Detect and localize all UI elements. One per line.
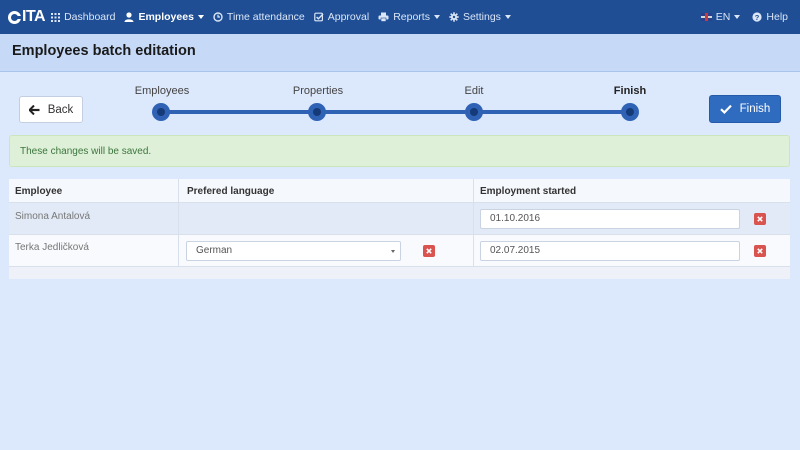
page-header: Employees batch editation: [0, 34, 800, 72]
help-icon: ?: [752, 12, 762, 22]
nav-reports[interactable]: Reports: [378, 0, 440, 34]
stepper-track: [161, 110, 631, 114]
clock-icon: [213, 12, 223, 22]
nav-reports-label: Reports: [393, 11, 430, 23]
table-header-row: [9, 179, 790, 203]
finish-button-label: Finish: [739, 103, 771, 115]
svg-text:?: ?: [755, 13, 760, 22]
app-logo[interactable]: ITA: [8, 8, 46, 26]
chevron-down-icon: [433, 15, 440, 19]
employment-started-input[interactable]: 01.10.2016: [480, 209, 740, 229]
back-button-label: Back: [47, 103, 74, 116]
remove-date-button[interactable]: [754, 213, 766, 225]
employee-name-cell: Simona Antalová: [15, 211, 91, 222]
remove-date-button[interactable]: [754, 245, 766, 257]
close-icon: [426, 248, 432, 254]
help-link[interactable]: ? Help: [752, 0, 788, 34]
column-divider: [473, 179, 474, 267]
nav-dashboard-label: Dashboard: [64, 11, 116, 23]
step-label-properties: Properties: [292, 85, 344, 97]
nav-employees-label: Employees: [138, 11, 194, 23]
nav-time-attendance[interactable]: Time attendance: [213, 0, 305, 34]
arrow-left-icon: [28, 104, 40, 115]
remove-language-button[interactable]: [423, 245, 435, 257]
step-dot-finish[interactable]: [621, 103, 639, 121]
chevron-down-icon: [734, 15, 741, 19]
close-icon: [757, 248, 763, 254]
nav-approval-label: Approval: [327, 11, 370, 23]
help-label: Help: [766, 11, 788, 23]
column-divider: [178, 179, 179, 267]
language-selector[interactable]: EN: [700, 0, 741, 34]
step-label-employees: Employees: [134, 85, 190, 97]
nav-approval[interactable]: Approval: [313, 0, 370, 34]
employee-name-cell: Terka Jedličková: [15, 242, 89, 253]
grid-icon: [51, 12, 61, 22]
dropdown-arrow-icon: [391, 250, 395, 253]
nav-settings-label: Settings: [462, 11, 501, 23]
step-label-edit: Edit: [464, 85, 484, 97]
step-dot-employees[interactable]: [152, 103, 170, 121]
top-navbar: ITA Dashboard Employees Time attendance …: [0, 0, 800, 34]
print-icon: [378, 12, 389, 22]
nav-right-group: EN ? Help: [700, 0, 788, 34]
column-header-language[interactable]: Prefered language: [187, 186, 274, 197]
back-button[interactable]: Back: [19, 96, 83, 123]
logo-text: ITA: [22, 8, 46, 25]
chevron-down-icon: [197, 15, 204, 19]
finish-button[interactable]: Finish: [709, 95, 781, 123]
step-dot-edit[interactable]: [465, 103, 483, 121]
step-label-finish: Finish: [613, 85, 647, 97]
check-square-icon: [313, 12, 324, 22]
gear-icon: [449, 12, 459, 22]
nav-settings[interactable]: Settings: [449, 0, 511, 34]
user-icon: [124, 12, 134, 22]
column-header-employee[interactable]: Employee: [15, 186, 62, 197]
page-title: Employees batch editation: [12, 43, 196, 59]
logo-ring-icon: [8, 10, 21, 24]
chevron-down-icon: [504, 15, 511, 19]
table-footer-strip: [9, 267, 790, 279]
nav-time-attendance-label: Time attendance: [226, 11, 305, 23]
check-icon: [719, 104, 732, 114]
employment-started-input[interactable]: 02.07.2015: [480, 241, 740, 261]
language-label: EN: [715, 11, 731, 23]
column-header-employment-started[interactable]: Employment started: [480, 186, 576, 197]
uk-flag-icon: [700, 13, 712, 21]
language-select[interactable]: German: [186, 241, 401, 261]
success-alert: These changes will be saved.: [9, 135, 790, 167]
step-dot-properties[interactable]: [308, 103, 326, 121]
close-icon: [757, 216, 763, 222]
nav-dashboard[interactable]: Dashboard: [51, 0, 115, 34]
language-select-value: German: [196, 245, 233, 256]
nav-employees[interactable]: Employees: [124, 0, 204, 34]
employees-table: Employee Prefered language Employment st…: [9, 179, 790, 279]
